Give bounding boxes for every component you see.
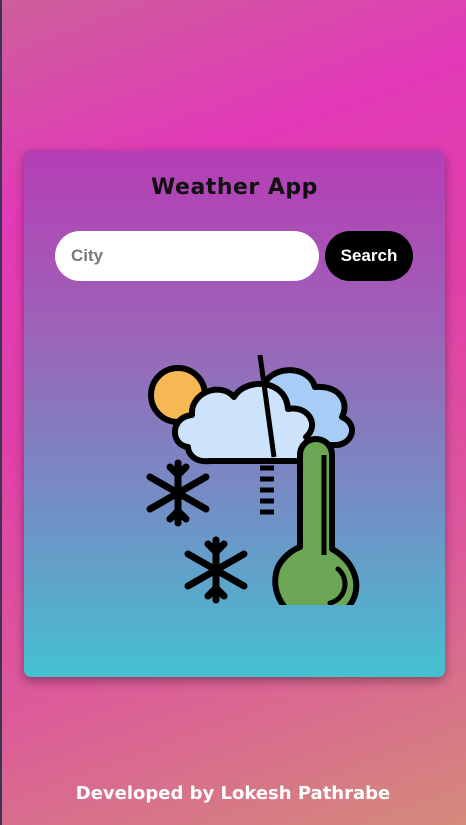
weather-illustration-icon (146, 355, 360, 605)
city-search-input[interactable] (55, 231, 319, 281)
left-edge-divider (0, 0, 2, 825)
search-button[interactable]: Search (325, 231, 413, 281)
footer-credit: Developed by Lokesh Pathrabe (75, 783, 391, 804)
app-title: Weather App (151, 175, 318, 200)
weather-card: Weather App Search (24, 150, 445, 677)
